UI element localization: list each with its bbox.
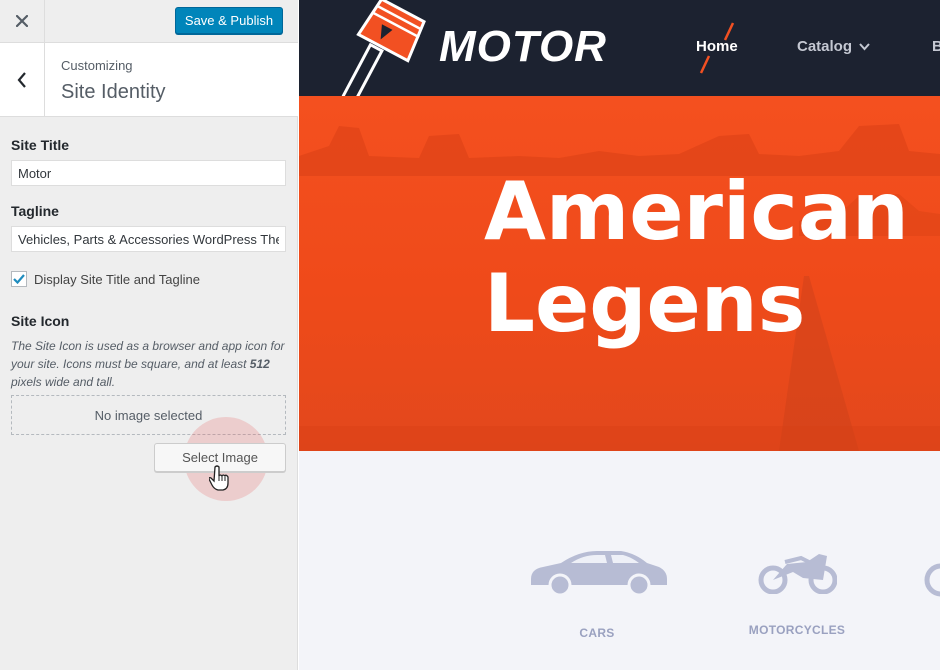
breadcrumb: Customizing <box>61 58 133 73</box>
site-logo-text[interactable]: MOTOR <box>439 22 607 72</box>
chevron-down-icon <box>859 43 870 51</box>
piston-logo-icon <box>341 0 426 96</box>
nav-catalog-label: Catalog <box>797 38 853 55</box>
category-motorcycles[interactable]: MOTORCYCLES <box>747 548 847 637</box>
site-icon-help: The Site Icon is used as a browser and a… <box>11 339 285 389</box>
partial-category-icon <box>924 563 940 597</box>
display-title-checkbox[interactable] <box>11 271 27 287</box>
motorcycle-icon <box>758 554 838 595</box>
category-cars-label: CARS <box>579 626 615 640</box>
nav-catalog[interactable]: Catalog <box>797 38 870 55</box>
category-cars[interactable]: CARS <box>527 545 667 640</box>
back-button[interactable] <box>0 43 45 116</box>
close-button[interactable] <box>0 0 45 42</box>
checkmark-icon <box>13 274 25 284</box>
site-icon-label: Site Icon <box>11 313 70 329</box>
customizer-sidebar: Save & Publish Customizing Site Identity… <box>0 0 298 670</box>
site-preview: MOTOR Home Catalog B American Legens CAR… <box>299 0 940 670</box>
site-title-input[interactable] <box>11 160 286 186</box>
car-icon <box>531 551 667 597</box>
site-title-label: Site Title <box>11 137 70 153</box>
display-title-label: Display Site Title and Tagline <box>34 271 200 287</box>
chevron-left-icon <box>17 71 26 88</box>
nav-more[interactable]: B <box>932 38 940 55</box>
no-image-placeholder: No image selected <box>11 395 286 435</box>
customizer-header: Save & Publish <box>0 0 298 43</box>
hero-title: American Legens <box>484 166 909 350</box>
select-image-button[interactable]: Select Image <box>154 443 286 472</box>
hero-banner: American Legens <box>299 96 940 451</box>
section-title: Site Identity <box>61 81 166 103</box>
tagline-input[interactable] <box>11 226 286 252</box>
nav-home[interactable]: Home <box>696 38 738 55</box>
display-title-row: Display Site Title and Tagline <box>11 271 200 287</box>
hero-line-1: American <box>484 165 909 258</box>
site-header: MOTOR Home Catalog B <box>299 0 940 96</box>
category-motorcycles-label: MOTORCYCLES <box>748 623 846 637</box>
save-publish-button[interactable]: Save & Publish <box>175 7 283 34</box>
tagline-label: Tagline <box>11 203 59 219</box>
hero-line-2: Legens <box>484 257 806 350</box>
section-header: Customizing Site Identity <box>0 43 298 117</box>
close-icon <box>16 15 28 27</box>
